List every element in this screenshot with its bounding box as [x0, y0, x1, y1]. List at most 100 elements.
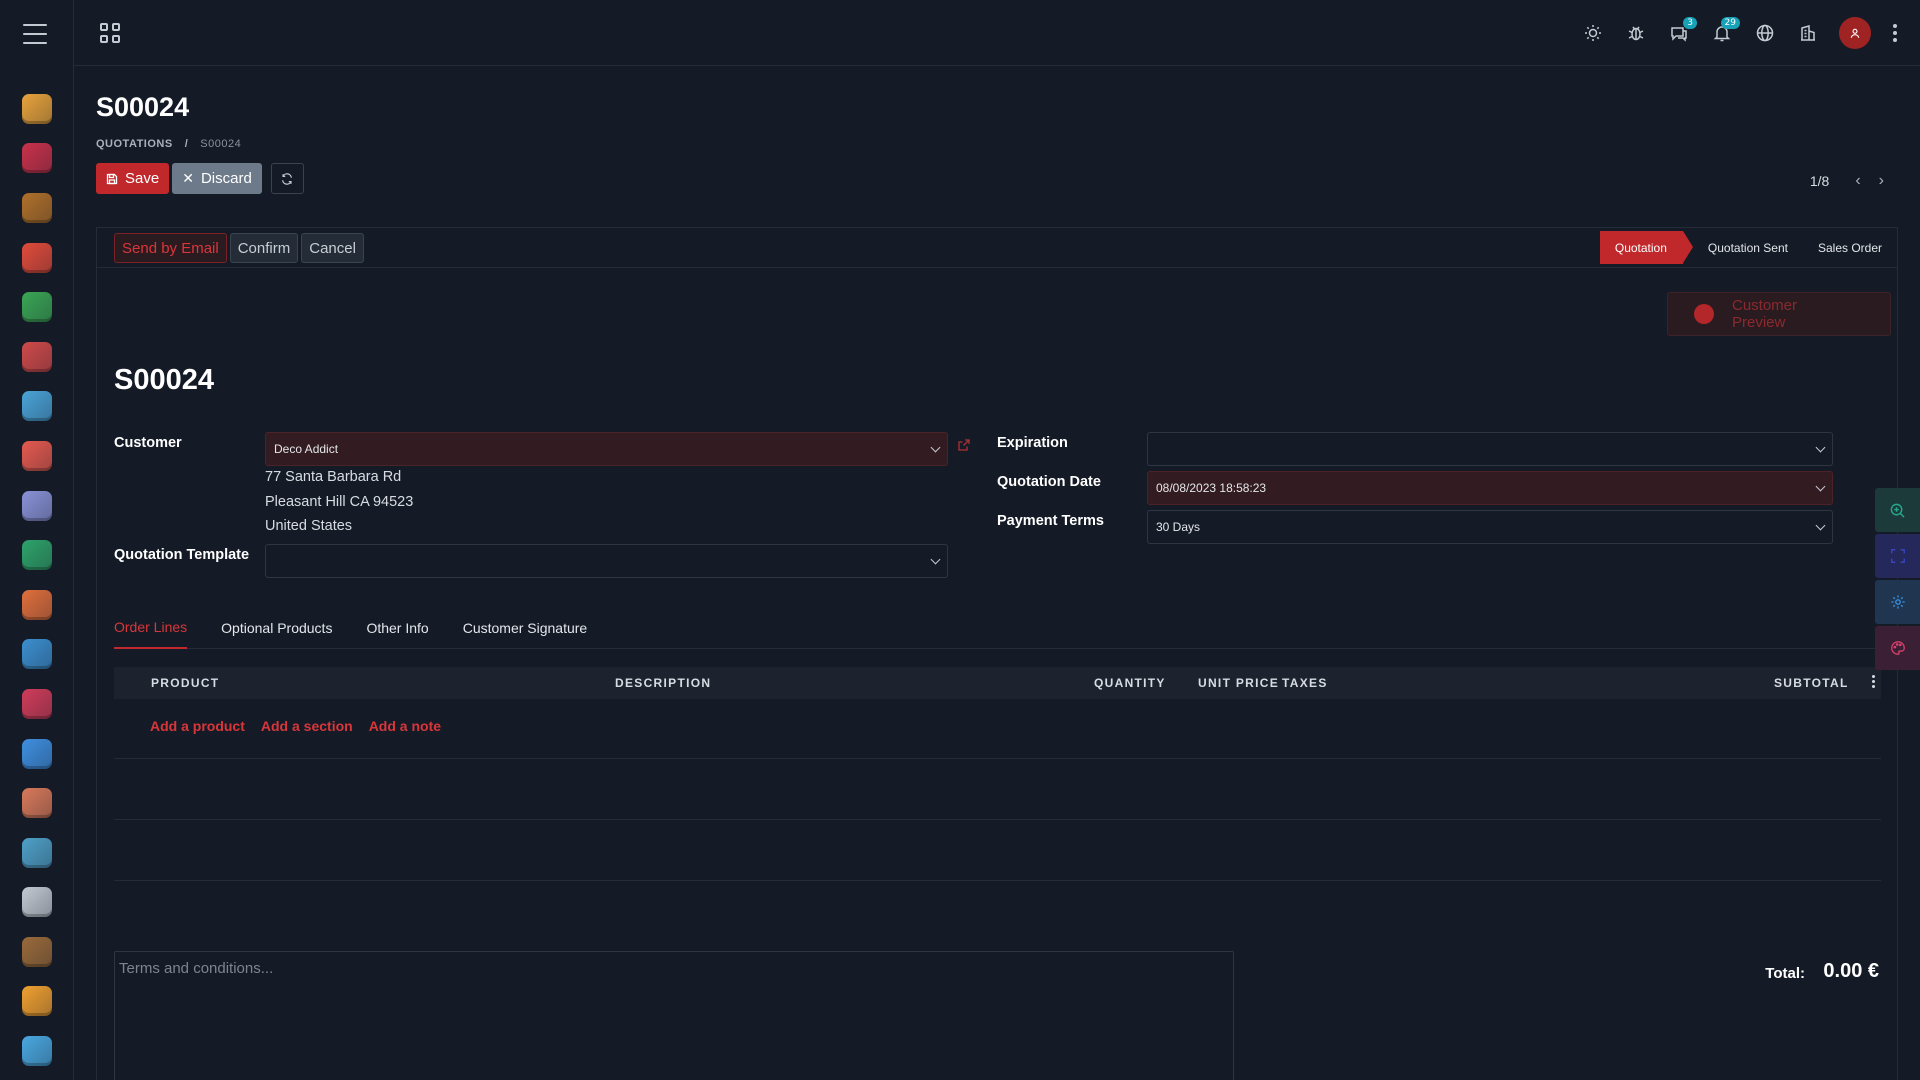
sidebar-app-item[interactable] [0, 481, 74, 531]
sidebar-app-item[interactable] [0, 778, 74, 828]
zoom-in-icon[interactable] [1875, 488, 1920, 532]
table-row-divider [114, 880, 1881, 881]
pager-previous-icon[interactable]: ‹ [1855, 172, 1860, 190]
add-product-link[interactable]: Add a product [150, 718, 245, 734]
sidebar-app-item[interactable] [0, 332, 74, 382]
sidebar-app-item[interactable] [0, 580, 74, 630]
status-bar-buttons: Send by Email Confirm Cancel [114, 233, 364, 263]
fleet-app-icon [22, 837, 52, 868]
activities-bell-icon[interactable]: 29 [1710, 15, 1740, 51]
quotation-template-field[interactable] [265, 544, 948, 578]
breadcrumb-current: S00024 [200, 138, 242, 150]
inventory-app-icon [22, 688, 52, 719]
sidebar-app-item[interactable] [0, 530, 74, 580]
crm-app-icon [22, 242, 52, 273]
sidebar-app-item[interactable] [0, 828, 74, 878]
total-label: Total: [1765, 965, 1805, 982]
theme-palette-icon[interactable] [1875, 626, 1920, 670]
sidebar-app-item[interactable] [0, 183, 74, 233]
tab-order-lines[interactable]: Order Lines [114, 607, 188, 649]
sidebar-app-item[interactable] [0, 927, 74, 977]
fullscreen-icon[interactable] [1875, 534, 1920, 578]
sidebar-app-item[interactable] [0, 282, 74, 332]
column-description[interactable]: DESCRIPTION [615, 676, 711, 690]
column-taxes[interactable]: TAXES [1282, 676, 1328, 690]
confirm-button[interactable]: Confirm [229, 233, 299, 263]
breadcrumb-separator: / [184, 138, 189, 150]
sidebar-app-item[interactable] [0, 729, 74, 779]
order-lines-header: PRODUCT DESCRIPTION QUANTITY UNIT PRICE … [114, 667, 1881, 699]
discard-label: Discard [200, 170, 252, 187]
column-subtotal[interactable]: SUBTOTAL [1774, 676, 1849, 690]
save-button[interactable]: Save [96, 163, 170, 194]
floating-tools-panel [1875, 488, 1920, 672]
tab-optional-products[interactable]: Optional Products [221, 607, 332, 649]
optional-columns-icon[interactable] [1872, 675, 1875, 688]
contacts-app-icon [22, 192, 52, 223]
pager-value[interactable]: 1/8 [1810, 173, 1829, 189]
project-app-icon [22, 440, 52, 471]
tab-customer-signature[interactable]: Customer Signature [463, 607, 588, 649]
send-by-email-button[interactable]: Send by Email [114, 233, 227, 263]
maintenance-app-icon [22, 738, 52, 769]
sidebar-app-item[interactable] [0, 431, 74, 481]
menu-toggle-icon[interactable] [23, 24, 47, 44]
sidebar-app-item[interactable] [0, 630, 74, 680]
expiration-field[interactable] [1147, 432, 1833, 466]
external-link-icon[interactable] [957, 438, 971, 452]
sidebar-app-item[interactable] [0, 679, 74, 729]
terms-and-conditions-field[interactable]: Terms and conditions... [114, 951, 1234, 1080]
add-section-link[interactable]: Add a section [261, 718, 353, 734]
settings-gear-icon[interactable] [1875, 580, 1920, 624]
total-amount: 0.00 € [1823, 960, 1879, 982]
company-switcher-icon[interactable] [1796, 15, 1820, 51]
table-row-divider [114, 758, 1881, 759]
customer-value: Deco Addict [274, 442, 339, 456]
language-globe-icon[interactable] [1753, 15, 1777, 51]
save-icon [106, 173, 118, 184]
customer-field[interactable]: Deco Addict [265, 432, 948, 466]
expenses-app-icon [22, 540, 52, 571]
discard-button[interactable]: ✕ Discard [172, 163, 262, 194]
breadcrumb-parent-link[interactable]: QUOTATIONS [96, 138, 173, 150]
payment-terms-field[interactable]: 30 Days [1147, 510, 1833, 544]
stage-quotation-sent[interactable]: Quotation Sent [1693, 231, 1803, 264]
save-label: Save [125, 170, 160, 187]
activities-badge: 29 [1720, 17, 1740, 29]
stage-quotation[interactable]: Quotation [1599, 231, 1693, 264]
messages-icon[interactable]: 3 [1667, 15, 1697, 51]
pager-next-icon[interactable]: › [1879, 172, 1884, 190]
notebook-tabs: Order Lines Optional Products Other Info… [114, 607, 1881, 649]
quotation-date-field[interactable]: 08/08/2023 18:58:23 [1147, 471, 1833, 505]
quotation-date-value: 08/08/2023 18:58:23 [1156, 481, 1267, 495]
record-name: S00024 [114, 364, 214, 396]
customer-preview-button[interactable]: Customer Preview [1667, 292, 1891, 336]
sidebar-app-item[interactable] [0, 1026, 74, 1076]
add-note-link[interactable]: Add a note [369, 718, 441, 734]
chevron-down-icon [930, 554, 941, 565]
home-menu-icon[interactable] [100, 23, 120, 43]
user-avatar[interactable] [1839, 17, 1871, 49]
stage-sales-order[interactable]: Sales Order [1803, 231, 1897, 264]
theme-toggle-icon[interactable] [1581, 15, 1605, 51]
form-actions: Save ✕ Discard [96, 163, 304, 194]
tab-other-info[interactable]: Other Info [366, 607, 428, 649]
sidebar-app-item[interactable] [0, 977, 74, 1027]
column-product[interactable]: PRODUCT [151, 676, 219, 690]
sidebar-app-item[interactable] [0, 134, 74, 184]
chevron-down-icon [930, 442, 941, 453]
sidebar-app-item[interactable] [0, 878, 74, 928]
more-options-icon[interactable] [1890, 24, 1900, 42]
column-unit-price[interactable]: UNIT PRICE [1198, 676, 1279, 690]
sidebar-app-item[interactable] [0, 382, 74, 432]
breadcrumb: QUOTATIONS / S00024 [96, 138, 241, 150]
stage-pipeline: Quotation Quotation Sent Sales Order [1599, 231, 1897, 264]
debug-icon[interactable] [1624, 15, 1648, 51]
sidebar-app-item[interactable] [0, 233, 74, 283]
sales-app-icon [22, 292, 52, 323]
reload-button[interactable] [270, 163, 304, 194]
payroll-app-icon [22, 936, 52, 967]
column-quantity[interactable]: QUANTITY [1094, 676, 1166, 690]
sidebar-app-item[interactable] [0, 84, 74, 134]
cancel-button[interactable]: Cancel [301, 233, 364, 263]
